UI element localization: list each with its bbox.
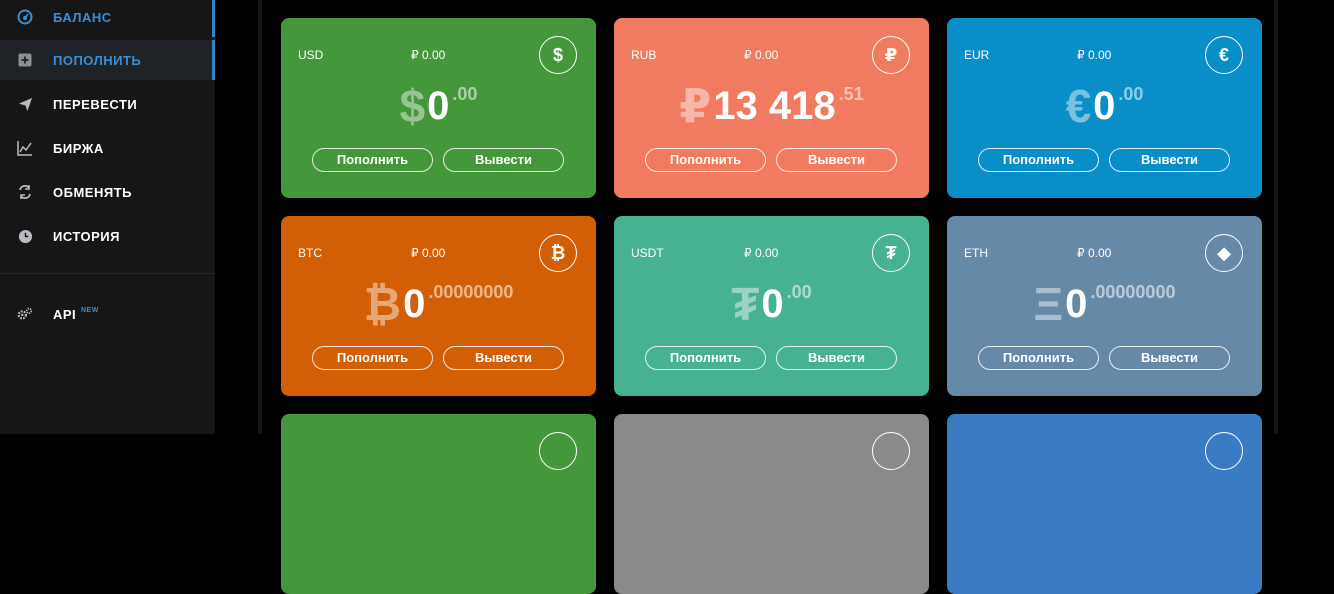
- amount-fraction: .00: [1118, 84, 1144, 104]
- rub-equivalent: ₽ 0.00: [411, 246, 446, 260]
- currency-code: ETH: [964, 246, 988, 260]
- sidebar-item-label: БИРЖА: [53, 141, 104, 156]
- balance-amount: ₮0.00: [614, 280, 929, 328]
- paper-plane-icon: [17, 96, 33, 112]
- balance-card-partial: [281, 414, 596, 594]
- balance-amount: Ξ0.00000000: [947, 280, 1262, 328]
- currency-code: BTC: [298, 246, 322, 260]
- sidebar-divider: [0, 273, 215, 274]
- currency-icon: [539, 432, 577, 470]
- sidebar-item-exchange[interactable]: БИРЖА: [0, 128, 215, 168]
- sidebar-item-api[interactable]: API: [0, 294, 215, 334]
- currency-code: RUB: [631, 48, 657, 62]
- amount-integer: 0: [761, 282, 784, 326]
- amount-integer: 0: [427, 84, 450, 128]
- content-border-left: [258, 0, 262, 434]
- withdraw-button[interactable]: Вывести: [443, 346, 564, 370]
- withdraw-button[interactable]: Вывести: [776, 148, 897, 172]
- rub-equivalent: ₽ 0.00: [1077, 246, 1112, 260]
- balance-card-usd: USD ₽ 0.00 $ $0.00 Пополнить Вывести: [281, 18, 596, 198]
- rub-equivalent: ₽ 0.00: [1077, 48, 1112, 62]
- tether-icon: ₮: [872, 234, 910, 272]
- balance-card-partial: [614, 414, 929, 594]
- bitcoin-icon: ₿: [539, 234, 577, 272]
- currency-symbol: ₮: [731, 278, 760, 330]
- withdraw-button[interactable]: Вывести: [1109, 148, 1230, 172]
- plus-square-icon: [17, 52, 33, 68]
- currency-code: USD: [298, 48, 324, 62]
- chart-line-icon: [17, 140, 33, 156]
- balance-card-partial: [947, 414, 1262, 594]
- sidebar-item-transfer[interactable]: ПЕРЕВЕСТИ: [0, 84, 215, 124]
- currency-symbol: €: [1065, 80, 1092, 132]
- refresh-icon: [17, 184, 33, 200]
- sidebar-item-deposit[interactable]: ПОПОЛНИТЬ: [0, 40, 215, 80]
- ruble-icon: ₽: [872, 36, 910, 74]
- sidebar-item-label: ПЕРЕВЕСТИ: [53, 97, 138, 112]
- withdraw-button[interactable]: Вывести: [776, 346, 897, 370]
- dollar-icon: $: [539, 36, 577, 74]
- rub-equivalent: ₽ 0.00: [744, 246, 779, 260]
- currency-symbol: Ξ: [1033, 278, 1064, 330]
- gears-icon: [17, 306, 33, 322]
- deposit-button[interactable]: Пополнить: [645, 148, 766, 172]
- amount-fraction: .51: [838, 84, 864, 104]
- sidebar-item-label: API: [53, 307, 77, 322]
- amount-fraction: .00000000: [1090, 282, 1176, 302]
- deposit-button[interactable]: Пополнить: [978, 346, 1099, 370]
- sidebar-item-label: ПОПОЛНИТЬ: [53, 53, 142, 68]
- currency-symbol: ₽: [679, 80, 712, 132]
- balance-amount: ₿0.00000000: [281, 280, 596, 328]
- dashboard-icon: [17, 9, 33, 25]
- deposit-button[interactable]: Пополнить: [978, 148, 1099, 172]
- balance-amount: €0.00: [947, 82, 1262, 130]
- withdraw-button[interactable]: Вывести: [1109, 346, 1230, 370]
- sidebar-item-history[interactable]: ИСТОРИЯ: [0, 216, 215, 256]
- amount-integer: 0: [1093, 84, 1116, 128]
- sidebar-item-label: ОБМЕНЯТЬ: [53, 185, 132, 200]
- currency-symbol: ₿: [363, 278, 402, 330]
- amount-fraction: .00: [786, 282, 812, 302]
- rub-equivalent: ₽ 0.00: [744, 48, 779, 62]
- sidebar-item-balance[interactable]: БАЛАНС: [0, 0, 215, 37]
- amount-integer: 0: [1065, 282, 1088, 326]
- balance-card-btc: BTC ₽ 0.00 ₿ ₿0.00000000 Пополнить Вывести: [281, 216, 596, 396]
- balance-amount: ₽13 418.51: [614, 82, 929, 130]
- balance-card-usdt: USDT ₽ 0.00 ₮ ₮0.00 Пополнить Вывести: [614, 216, 929, 396]
- sidebar-item-label: ИСТОРИЯ: [53, 229, 120, 244]
- deposit-button[interactable]: Пополнить: [312, 346, 433, 370]
- deposit-button[interactable]: Пополнить: [645, 346, 766, 370]
- amount-integer: 0: [403, 282, 426, 326]
- sidebar-item-label: БАЛАНС: [53, 10, 112, 25]
- ethereum-icon: ◆: [1205, 234, 1243, 272]
- balance-card-eur: EUR ₽ 0.00 € €0.00 Пополнить Вывести: [947, 18, 1262, 198]
- amount-fraction: .00000000: [428, 282, 514, 302]
- amount-fraction: .00: [452, 84, 478, 104]
- euro-icon: €: [1205, 36, 1243, 74]
- currency-code: EUR: [964, 48, 990, 62]
- deposit-button[interactable]: Пополнить: [312, 148, 433, 172]
- currency-symbol: $: [399, 80, 426, 132]
- balance-card-rub: RUB ₽ 0.00 ₽ ₽13 418.51 Пополнить Вывести: [614, 18, 929, 198]
- withdraw-button[interactable]: Вывести: [443, 148, 564, 172]
- amount-integer: 13 418: [713, 84, 836, 128]
- sidebar: БАЛАНС ПОПОЛНИТЬ ПЕРЕВЕСТИ БИРЖА ОБМЕНЯТ…: [0, 0, 215, 434]
- currency-icon: [1205, 432, 1243, 470]
- clock-icon: [17, 228, 33, 244]
- content-border-right: [1274, 0, 1278, 434]
- currency-icon: [872, 432, 910, 470]
- balance-card-eth: ETH ₽ 0.00 ◆ Ξ0.00000000 Пополнить Вывести: [947, 216, 1262, 396]
- rub-equivalent: ₽ 0.00: [411, 48, 446, 62]
- balance-amount: $0.00: [281, 82, 596, 130]
- new-badge: NEW: [81, 307, 99, 314]
- currency-code: USDT: [631, 246, 664, 260]
- sidebar-item-swap[interactable]: ОБМЕНЯТЬ: [0, 172, 215, 212]
